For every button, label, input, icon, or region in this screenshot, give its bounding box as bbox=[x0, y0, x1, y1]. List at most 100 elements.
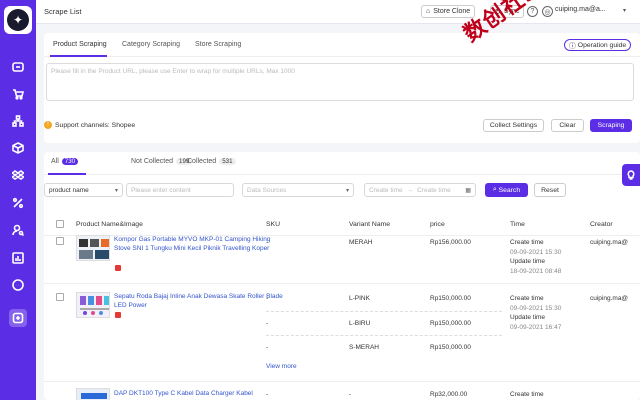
creator-cell: cuiping.ma@ bbox=[590, 295, 629, 302]
tab-not-collected[interactable]: Not Collected 199 bbox=[131, 158, 193, 165]
box-icon[interactable] bbox=[9, 139, 27, 157]
sitemap-icon[interactable] bbox=[9, 112, 27, 130]
tab-all[interactable]: All 730 bbox=[51, 158, 79, 165]
column-header-product: Product Name&Image bbox=[76, 221, 143, 228]
variant-divider bbox=[266, 311, 502, 312]
search-button-label: Search bbox=[498, 186, 521, 194]
create-time-value: 09-09-2021 15:30 bbox=[510, 249, 562, 256]
search-input-placeholder: Please enter content bbox=[131, 186, 191, 194]
product-thumbnail[interactable] bbox=[76, 292, 110, 318]
tab-product-scraping[interactable]: Product Scraping bbox=[53, 41, 107, 48]
user-account[interactable]: cuiping.ma@a... bbox=[555, 6, 606, 13]
tab-collected-count: 531 bbox=[219, 158, 236, 165]
tab-collected-label: Collected bbox=[187, 158, 217, 165]
reset-button[interactable]: Reset bbox=[534, 183, 566, 197]
select-all-checkbox[interactable] bbox=[56, 220, 64, 228]
results-panel: All 730 Not Collected 199 Collected 531 pro… bbox=[44, 152, 640, 400]
search-button[interactable]: ⌕ Search bbox=[485, 183, 528, 197]
variant-cell: S-MERAH bbox=[349, 344, 379, 351]
update-time-label: Update time bbox=[510, 314, 546, 321]
product-thumbnail[interactable] bbox=[76, 388, 110, 400]
product-name-link[interactable]: Kompor Gas Portable MYVO MKP-01 Camping … bbox=[114, 236, 286, 253]
row-checkbox[interactable] bbox=[56, 237, 64, 245]
globe-icon[interactable]: ◎ bbox=[542, 6, 553, 17]
column-header-variant: Variant Name bbox=[349, 221, 391, 228]
chat-icon[interactable] bbox=[9, 276, 27, 294]
scraping-panel: Product Scraping Category Scraping Store… bbox=[44, 33, 640, 143]
page-title: Scrape List bbox=[44, 7, 82, 16]
store-icon: ⌂ bbox=[426, 8, 431, 15]
variant-divider bbox=[266, 335, 502, 336]
search-input[interactable]: Please enter content bbox=[126, 183, 234, 197]
data-sources-placeholder: Data Sources bbox=[247, 186, 287, 194]
cart-icon[interactable] bbox=[9, 85, 27, 103]
support-channels-text: Support channels: Shopee bbox=[55, 121, 136, 129]
percent-icon[interactable] bbox=[9, 194, 27, 212]
price-cell: Rp32,000.00 bbox=[430, 391, 468, 398]
create-time-label: Create time bbox=[510, 391, 544, 398]
create-time-range[interactable]: Create time → Create time ▦ bbox=[364, 183, 476, 197]
product-image bbox=[81, 393, 107, 399]
collect-settings-button[interactable]: Collect Settings bbox=[483, 119, 544, 132]
dropbox-icon[interactable] bbox=[9, 166, 27, 184]
table-header: Product Name&Image SKU Variant Name pric… bbox=[44, 212, 640, 236]
sku-cell: - bbox=[266, 344, 269, 351]
support-channels: ! Support channels: Shopee bbox=[44, 121, 135, 129]
chevron-down-icon[interactable]: ▾ bbox=[623, 7, 626, 14]
update-time-label: Update time bbox=[510, 258, 546, 265]
operation-guide-label: Operation guide bbox=[577, 41, 627, 49]
creator-cell: cuiping.ma@ bbox=[590, 239, 629, 246]
product-name-link[interactable]: Sepatu Roda Bajaj Inline Anak Dewasa Ska… bbox=[114, 293, 286, 310]
product-url-input[interactable]: Please fill in the Product URL, please u… bbox=[46, 63, 634, 101]
shopee-tag-icon bbox=[115, 312, 121, 318]
field-select[interactable]: product name ▾ bbox=[44, 183, 123, 197]
column-header-price: price bbox=[430, 221, 445, 228]
calendar-icon: ▦ bbox=[465, 187, 471, 194]
product-name-link[interactable]: DAP DKT100 Type C Kabel Data Charger Kab… bbox=[114, 390, 286, 399]
top-bar: Scrape List ⌂ Store Clone ↻ Sync ? ◎ cuipi… bbox=[36, 0, 640, 24]
tab-store-scraping[interactable]: Store Scraping bbox=[195, 41, 241, 48]
scraping-tabs: Product Scraping Category Scraping Store… bbox=[44, 33, 640, 57]
app-logo[interactable]: ✦ bbox=[4, 6, 32, 34]
operation-guide-button[interactable]: ⓘ Operation guide bbox=[564, 39, 632, 51]
active-tab-indicator bbox=[50, 55, 107, 57]
user-search-icon[interactable] bbox=[9, 221, 27, 239]
url-input-placeholder: Please fill in the Product URL, please u… bbox=[51, 68, 295, 75]
tab-collected[interactable]: Collected 531 bbox=[187, 158, 236, 165]
sku-cell: - bbox=[266, 320, 269, 327]
sku-cell: - bbox=[266, 391, 269, 398]
column-header-sku: SKU bbox=[266, 221, 280, 228]
scraping-button[interactable]: Scraping bbox=[590, 119, 632, 132]
sidebar: ✦ bbox=[0, 0, 36, 400]
lightbulb-icon bbox=[627, 170, 635, 180]
data-sources-select[interactable]: Data Sources ▾ bbox=[242, 183, 354, 197]
tab-all-label: All bbox=[51, 158, 59, 165]
tab-not-collected-label: Not Collected bbox=[131, 158, 174, 165]
row-divider bbox=[44, 283, 640, 284]
price-cell: Rp150,000.00 bbox=[430, 295, 471, 302]
range-arrow-icon: → bbox=[406, 186, 414, 194]
sku-cell: - bbox=[266, 295, 269, 302]
update-time-value: 09-09-2021 16:47 bbox=[510, 324, 562, 331]
price-cell: Rp150,000.00 bbox=[430, 320, 471, 327]
create-start-placeholder: Create time bbox=[369, 186, 403, 194]
chevron-down-icon: ▾ bbox=[345, 187, 349, 194]
scrape-icon[interactable] bbox=[9, 309, 27, 327]
tab-category-scraping[interactable]: Category Scraping bbox=[122, 41, 180, 48]
create-time-label: Create time bbox=[510, 239, 544, 246]
warning-icon: ! bbox=[44, 121, 52, 129]
bar-chart-icon[interactable] bbox=[9, 249, 27, 267]
dashboard-icon[interactable] bbox=[9, 58, 27, 76]
tab-all-count: 730 bbox=[61, 158, 79, 165]
view-more-link[interactable]: View more bbox=[266, 363, 297, 370]
product-thumbnail[interactable] bbox=[76, 235, 110, 261]
product-image bbox=[80, 296, 109, 315]
status-tabs: All 730 Not Collected 199 Collected 531 bbox=[44, 152, 640, 175]
tips-button[interactable] bbox=[622, 164, 640, 186]
active-status-indicator bbox=[48, 173, 86, 175]
row-checkbox[interactable] bbox=[56, 293, 64, 301]
variant-cell: L-BIRU bbox=[349, 320, 371, 327]
create-time-label: Create time bbox=[510, 295, 544, 302]
variant-cell: L-PINK bbox=[349, 295, 370, 302]
clear-button[interactable]: Clear bbox=[551, 119, 584, 132]
